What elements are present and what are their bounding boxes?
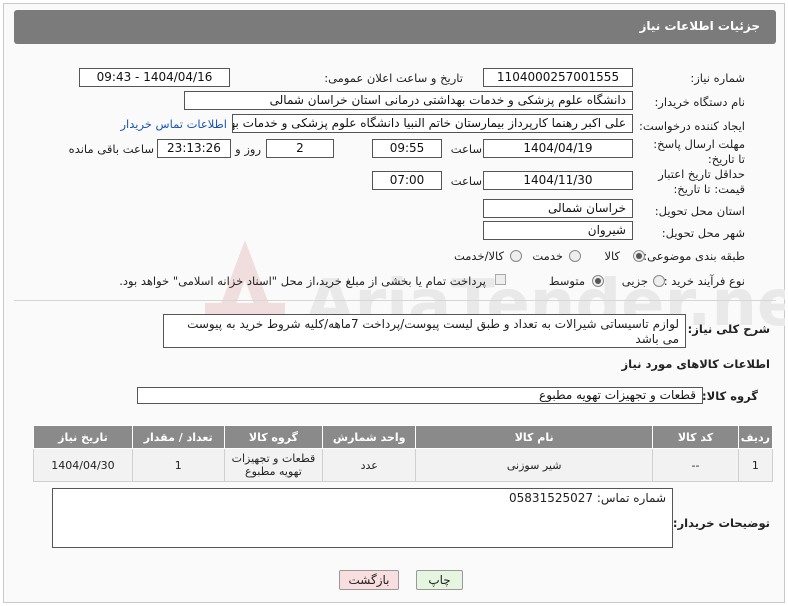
days-field: 2 — [266, 139, 334, 158]
col-header-need-date: تاریخ نیاز — [33, 425, 133, 449]
category-radio-service[interactable] — [569, 250, 581, 262]
back-button[interactable]: بازگشت — [339, 570, 399, 590]
announce-label: تاریخ و ساعت اعلان عمومی: — [324, 71, 463, 85]
price-validity-time-field: 07:00 — [372, 171, 442, 190]
page-title: جزئیات اطلاعات نیاز — [639, 19, 760, 33]
remaining-time-field: 23:13:26 — [157, 139, 231, 158]
buyer-notes-textarea[interactable]: شماره تماس: 05831525027 — [52, 488, 673, 548]
category-label: طبقه بندی موضوعی: — [643, 249, 745, 263]
goods-group-label: گروه کالا: — [702, 389, 758, 403]
cell-need-date: 1404/04/30 — [33, 448, 133, 482]
goods-table-header-row: ردیف کد کالا نام کالا واحد شمارش گروه کا… — [33, 425, 774, 449]
goods-table: ردیف کد کالا نام کالا واحد شمارش گروه کا… — [33, 425, 774, 482]
deadline-time-field: 09:55 — [372, 139, 442, 158]
cell-row-no: 1 — [737, 448, 774, 482]
requester-field: علی اکبر رهنما کارپرداز بیمارستان خاتم ا… — [232, 114, 633, 133]
deadline-label: مهلت ارسال پاسخ: تا تاریخ: — [653, 137, 745, 166]
cell-quantity: 1 — [131, 448, 225, 482]
section-divider — [14, 300, 776, 301]
process-radio-medium[interactable] — [592, 275, 604, 287]
cell-code: -- — [652, 448, 739, 482]
buyer-org-field: دانشگاه علوم پزشکی و خدمات بهداشتی درمان… — [184, 91, 633, 110]
col-header-unit: واحد شمارش — [322, 425, 416, 449]
description-label: شرح کلی نیاز: — [687, 322, 770, 336]
city-label: شهر محل تحویل: — [661, 226, 745, 240]
col-header-group: گروه کالا — [223, 425, 324, 449]
table-row: 1 -- شیر سوزنی عدد قطعات و تجهیزات تهویه… — [33, 448, 774, 482]
print-button[interactable]: چاپ — [416, 570, 463, 590]
description-textarea[interactable]: لوازم تاسیساتی شیرالات به تعداد و طبق لی… — [163, 314, 686, 348]
buyer-contact-link[interactable]: اطلاعات تماس خریدار — [120, 117, 227, 131]
category-option-goods: کالا — [604, 249, 620, 263]
buyer-org-label: نام دستگاه خریدار: — [654, 95, 745, 109]
process-option-medium: متوسط — [548, 274, 585, 288]
deadline-time-label: ساعت — [450, 142, 482, 156]
remaining-label: ساعت باقی مانده — [68, 142, 154, 156]
price-validity-time-label: ساعت — [450, 174, 482, 188]
price-validity-label: حداقل تاریخ اعتبار قیمت: تا تاریخ: — [658, 167, 745, 196]
days-label: روز و — [235, 142, 261, 156]
treasury-payment-checkbox[interactable] — [495, 274, 506, 285]
goods-section-title: اطلاعات کالاهای مورد نیاز — [621, 357, 770, 371]
need-number-label: شماره نیاز: — [690, 71, 745, 85]
category-option-service: خدمت — [532, 249, 563, 263]
col-header-code: کد کالا — [652, 425, 739, 449]
category-radio-goods-service[interactable] — [510, 250, 522, 262]
category-option-goods-service: کالا/خدمت — [453, 249, 504, 263]
process-option-minor: جزیی — [621, 274, 648, 288]
announce-field: 1404/04/16 - 09:43 — [79, 68, 230, 87]
need-number-field: 1104000257001555 — [483, 68, 633, 87]
cell-name: شیر سوزنی — [414, 448, 654, 482]
process-label: نوع فرآیند خرید : — [663, 274, 745, 288]
city-field: شیروان — [483, 221, 633, 240]
cell-group: قطعات و تجهیزات تهویه مطبوع — [223, 448, 324, 482]
province-label: استان محل تحویل: — [654, 204, 745, 218]
requester-label: ایجاد کننده درخواست: — [639, 119, 745, 133]
cell-unit: عدد — [322, 448, 416, 482]
col-header-quantity: تعداد / مقدار — [131, 425, 225, 449]
deadline-date-field: 1404/04/19 — [483, 139, 633, 158]
goods-group-field: قطعات و تجهیزات تهویه مطبوع — [137, 387, 703, 404]
buyer-notes-label: توضیحات خریدار: — [672, 516, 770, 530]
province-field: خراسان شمالی — [483, 199, 633, 218]
treasury-payment-note: پرداخت تمام یا بخشی از مبلغ خرید،از محل … — [119, 274, 486, 288]
process-radio-minor[interactable] — [653, 275, 665, 287]
category-radio-goods[interactable] — [633, 250, 645, 262]
price-validity-date-field: 1404/11/30 — [483, 171, 633, 190]
col-header-name: نام کالا — [414, 425, 654, 449]
col-header-row-no: ردیف — [737, 425, 774, 449]
